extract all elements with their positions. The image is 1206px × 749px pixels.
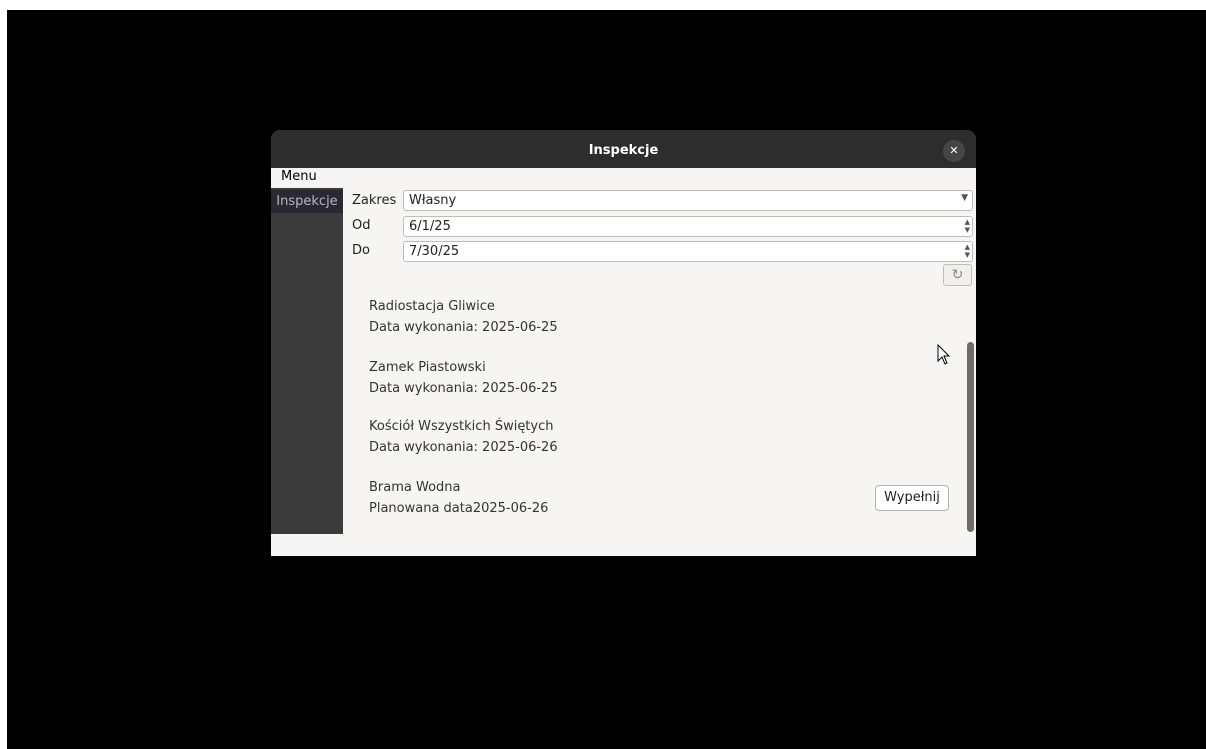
refresh-icon: ↻ (951, 267, 964, 283)
inspection-date: Data wykonania: 2025-06-25 (369, 381, 558, 396)
list-item: Radiostacja Gliwice Data wykonania: 2025… (369, 296, 558, 338)
scrollbar-thumb[interactable] (967, 342, 974, 532)
spin-arrows-icon[interactable]: ▲ ▼ (965, 218, 970, 234)
close-button[interactable]: ✕ (943, 140, 965, 162)
list-item: Brama Wodna Planowana data2025-06-26 (369, 477, 548, 519)
inspection-date: Data wykonania: 2025-06-26 (369, 440, 558, 455)
inspection-name: Kościół Wszystkich Świętych (369, 419, 554, 434)
inspection-date: Planowana data2025-06-26 (369, 501, 549, 516)
from-label: Od (352, 218, 371, 233)
inspection-list: Radiostacja Gliwice Data wykonania: 2025… (343, 288, 965, 534)
menu-item-menu[interactable]: Menu (281, 169, 317, 184)
inspection-name: Radiostacja Gliwice (369, 299, 495, 314)
range-value: Własny (409, 193, 457, 208)
to-label: Do (352, 243, 370, 258)
from-date-spinbox[interactable]: 6/1/25 ▲ ▼ (403, 216, 973, 237)
inspections-window: Inspekcje ✕ Menu Inspekcje Zakres Własny… (271, 130, 976, 556)
sidebar-item-inspekcje[interactable]: Inspekcje (271, 190, 343, 213)
sidebar: Inspekcje (271, 188, 343, 534)
menu-bar: Menu (271, 168, 976, 188)
to-date-spinbox[interactable]: 7/30/25 ▲ ▼ (403, 241, 973, 262)
close-icon: ✕ (949, 144, 959, 157)
from-date-value: 6/1/25 (409, 219, 451, 234)
mouse-pointer-icon (937, 344, 951, 365)
list-item: Zamek Piastowski Data wykonania: 2025-06… (369, 357, 558, 399)
spin-arrows-icon[interactable]: ▲ ▼ (965, 243, 970, 259)
to-date-value: 7/30/25 (409, 244, 460, 259)
title-bar[interactable]: Inspekcje ✕ (271, 130, 976, 168)
window-title: Inspekcje (588, 143, 659, 158)
inspection-date: Data wykonania: 2025-06-25 (369, 320, 558, 335)
inspection-name: Zamek Piastowski (369, 360, 486, 375)
range-label: Zakres (352, 193, 397, 208)
fill-button[interactable]: Wypełnij (875, 485, 949, 511)
scrollbar[interactable] (965, 342, 974, 532)
inspection-name: Brama Wodna (369, 480, 461, 495)
range-combobox[interactable]: Własny ▼ (403, 190, 973, 211)
list-item: Kościół Wszystkich Świętych Data wykonan… (369, 416, 558, 458)
chevron-down-icon: ▼ (961, 193, 968, 203)
refresh-button[interactable]: ↻ (943, 264, 972, 286)
